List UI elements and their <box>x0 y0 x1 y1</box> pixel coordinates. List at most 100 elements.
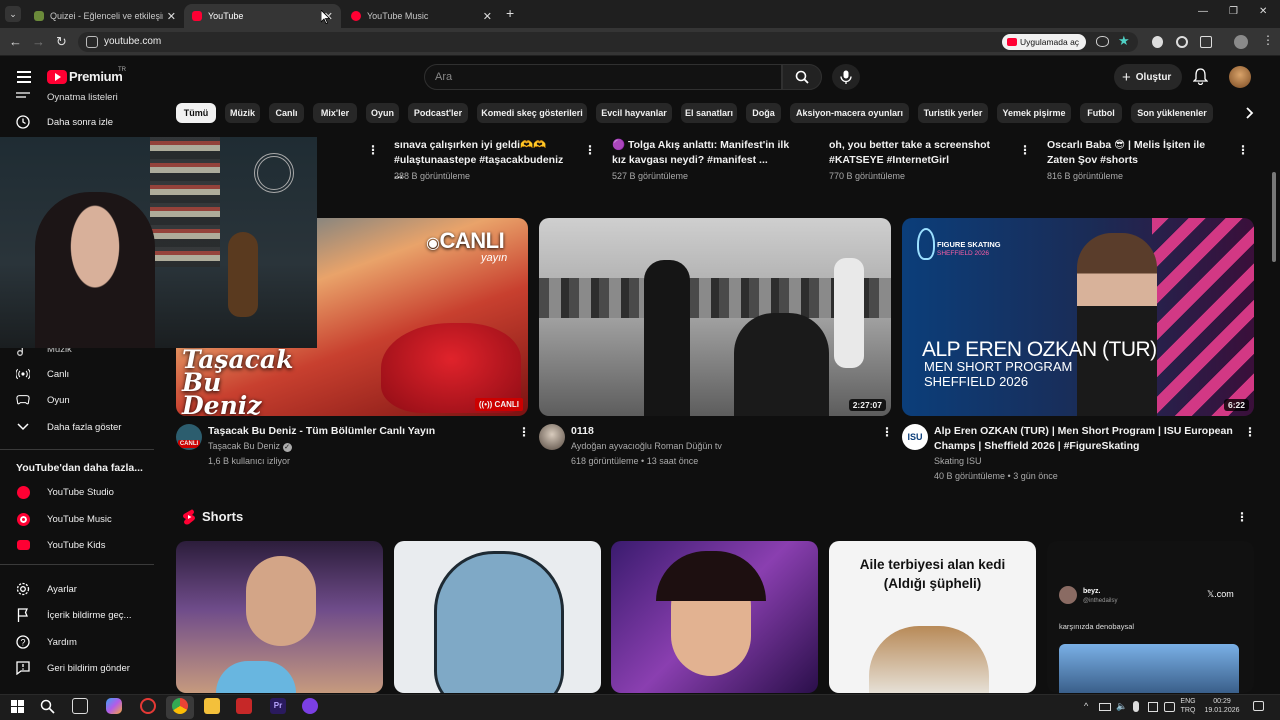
youtube-premium-logo-text[interactable]: Premium <box>69 69 123 84</box>
video-title[interactable]: Taşacak Bu Deniz - Tüm Bölümler Canlı Ya… <box>208 424 508 439</box>
chip-9[interactable]: Doğa <box>746 103 781 123</box>
windows-start-icon[interactable] <box>11 700 24 713</box>
forward-icon[interactable]: → <box>32 34 45 49</box>
shorts-more-icon[interactable]: ⋮ <box>1236 510 1248 524</box>
back-icon[interactable]: ← <box>9 34 22 49</box>
extension-icon[interactable] <box>1152 36 1163 48</box>
microphone-tray-icon[interactable] <box>1133 701 1139 712</box>
close-tab-icon[interactable]: ✕ <box>167 10 176 23</box>
sidebar-item-youtube-kids[interactable]: YouTube Kids <box>16 534 105 556</box>
tab-youtube[interactable]: YouTube ✕ <box>184 4 341 28</box>
clock[interactable]: 00:29 19.01.2026 <box>1200 697 1244 715</box>
chip-6[interactable]: Komedi skeç gösterileri <box>477 103 587 123</box>
notifications-bell-icon[interactable] <box>1193 68 1208 85</box>
chip-5[interactable]: Podcast'ler <box>408 103 468 123</box>
chip-8[interactable]: El sanatları <box>681 103 737 123</box>
video-title[interactable]: Alp Eren OZKAN (TUR) | Men Short Program… <box>934 424 1244 454</box>
tab-quizei[interactable]: Quizei - Eğlenceli ve etkileşimli ✕ <box>26 4 184 28</box>
site-info-icon[interactable] <box>86 36 98 48</box>
premiere-pro-icon[interactable]: Pr <box>270 698 286 714</box>
minimize-icon[interactable]: — <box>1198 6 1208 17</box>
more-actions-icon[interactable]: ⋮ <box>881 425 893 439</box>
tray-app-icon[interactable] <box>1148 702 1158 712</box>
sidebar-item-help[interactable]: ? Yardım <box>16 631 77 653</box>
chip-10[interactable]: Aksiyon-macera oyunları <box>790 103 909 123</box>
short-thumbnail[interactable]: Aile terbiyesi alan kedi (Aldığı şüpheli… <box>829 541 1036 693</box>
search-input[interactable]: Ara <box>424 64 782 90</box>
sidebar-item-settings[interactable]: Ayarlar <box>16 578 77 600</box>
chip-0[interactable]: Tümü <box>176 103 216 123</box>
short-thumbnail[interactable] <box>176 541 383 693</box>
page-scrollbar-thumb[interactable] <box>1272 172 1276 262</box>
close-tab-icon[interactable]: ✕ <box>483 10 492 23</box>
more-actions-icon[interactable]: ⋮ <box>1244 425 1256 439</box>
voice-app-icon[interactable] <box>236 698 252 714</box>
input-language-indicator[interactable]: ENG TRQ <box>1178 697 1198 715</box>
profile-avatar[interactable] <box>1234 35 1248 49</box>
app-icon[interactable] <box>302 698 318 714</box>
browser-menu-icon[interactable]: ⋮ <box>1262 33 1274 47</box>
more-actions-icon[interactable]: ⋮ <box>584 143 596 157</box>
file-explorer-icon[interactable] <box>204 698 220 714</box>
short-thumbnail[interactable] <box>611 541 818 693</box>
sidebar-item-watch-later[interactable]: Daha sonra izle <box>16 111 113 133</box>
search-button[interactable] <box>782 64 822 90</box>
bookmark-star-icon[interactable]: ★ <box>1118 33 1130 49</box>
prev-row-title-4[interactable]: Oscarlı Baba 😎 | Melis İşiten ile Zaten Ş… <box>1047 138 1232 168</box>
prev-row-title-3[interactable]: oh, you better take a screenshot #KATSEYE… <box>829 138 1014 168</box>
video-title[interactable]: 0118 <box>571 424 594 439</box>
open-in-app-button[interactable]: Uygulamada aç <box>1002 34 1086 50</box>
chip-4[interactable]: Oyun <box>366 103 399 123</box>
chip-2[interactable]: Canlı <box>269 103 304 123</box>
eye-off-icon[interactable] <box>1096 36 1109 47</box>
restore-icon[interactable]: ❐ <box>1229 6 1238 17</box>
youtube-logo-icon[interactable] <box>47 70 67 84</box>
more-actions-icon[interactable]: ⋮ <box>1237 143 1249 157</box>
short-thumbnail[interactable] <box>394 541 601 693</box>
chrome-icon[interactable] <box>172 698 188 714</box>
notification-center-icon[interactable] <box>1253 701 1264 711</box>
sidebar-item-youtube-music[interactable]: YouTube Music <box>16 508 112 530</box>
tab-search-button[interactable]: ⌄ <box>5 6 21 22</box>
sidebar-show-more[interactable]: Daha fazla göster <box>16 416 121 438</box>
channel-avatar[interactable]: ISU <box>902 424 928 450</box>
account-avatar[interactable] <box>1229 66 1251 88</box>
chip-11[interactable]: Turistik yerler <box>918 103 988 123</box>
chip-14[interactable]: Son yüklenenler <box>1131 103 1213 123</box>
network-icon[interactable] <box>1164 702 1175 712</box>
tab-youtube-music[interactable]: YouTube Music ✕ <box>343 4 500 28</box>
taskbar-search-icon[interactable] <box>40 699 55 714</box>
chip-1[interactable]: Müzik <box>225 103 260 123</box>
volume-icon[interactable]: 🔈 <box>1116 702 1127 711</box>
prev-row-title-2[interactable]: 🟣 Tolga Akış anlattı: Manifest'in ilk kız… <box>612 138 797 168</box>
channel-avatar[interactable] <box>539 424 565 450</box>
sidebar-item-gaming[interactable]: Oyun <box>16 389 70 411</box>
sidebar-item-report-history[interactable]: İçerik bildirme geç... <box>16 604 131 626</box>
chip-3[interactable]: Mix'ler <box>313 103 357 123</box>
battery-icon[interactable] <box>1099 703 1111 711</box>
app-icon[interactable] <box>140 698 156 714</box>
window-close-icon[interactable]: ✕ <box>1259 6 1267 17</box>
channel-avatar[interactable]: CANLI <box>176 424 202 450</box>
channel-name[interactable]: Aydoğan ayvacıoğlu Roman Düğün tv <box>571 439 722 454</box>
voice-search-button[interactable] <box>832 64 860 90</box>
chip-12[interactable]: Yemek pişirme <box>997 103 1071 123</box>
chip-7[interactable]: Evcil hayvanlar <box>596 103 672 123</box>
more-actions-icon[interactable]: ⋮ <box>367 143 379 157</box>
create-button[interactable]: + Oluştur <box>1114 64 1182 90</box>
channel-name[interactable]: Skating ISU <box>934 454 982 469</box>
short-thumbnail[interactable]: beyz. @inthedailsy 𝕏.com karşınızda deno… <box>1047 541 1254 693</box>
channel-name[interactable]: Taşacak Bu Deniz ✓ <box>208 439 292 454</box>
copilot-icon[interactable] <box>106 698 122 714</box>
more-actions-icon[interactable]: ⋮ <box>1019 143 1031 157</box>
sidebar-item-send-feedback[interactable]: Geri bildirim gönder <box>16 657 130 679</box>
chevron-right-icon[interactable] <box>1246 107 1254 119</box>
address-bar[interactable]: youtube.com <box>78 32 1138 52</box>
hamburger-menu-icon[interactable] <box>17 68 31 86</box>
chip-13[interactable]: Futbol <box>1080 103 1122 123</box>
task-view-icon[interactable] <box>72 698 88 714</box>
sidebar-item-live[interactable]: Canlı <box>16 363 69 385</box>
video-thumbnail-0118[interactable]: 2:27:07 <box>539 218 891 416</box>
sidebar-item-youtube-studio[interactable]: YouTube Studio <box>16 481 114 503</box>
more-actions-icon[interactable]: ⋮ <box>518 425 530 439</box>
